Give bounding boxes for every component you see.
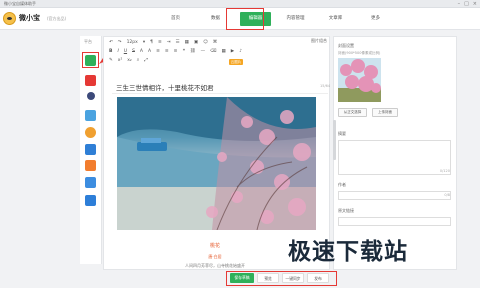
cloud-image-button[interactable]: 云图片 — [229, 59, 243, 65]
title-word-count: 15/64 — [320, 84, 331, 88]
toolbar-link[interactable]: 图片组合 — [311, 38, 327, 44]
cover-photo — [338, 58, 381, 102]
text-indent-icon[interactable]: ⇥ — [167, 40, 171, 45]
caption-author: 唐·白居 — [208, 254, 222, 259]
undo-icon[interactable]: ↶ — [109, 40, 113, 45]
author-count: 0/8 — [444, 193, 450, 197]
site-watermark: 极速下载站 — [288, 239, 408, 265]
settings-scrollbar[interactable] — [333, 120, 336, 160]
image-icon[interactable]: ▣ — [194, 40, 198, 45]
highlight-editor-tab — [226, 8, 264, 30]
search-icon[interactable]: ⌕ — [137, 57, 140, 63]
summary-label: 摘要 — [338, 131, 346, 136]
table-icon[interactable]: ▦ — [185, 40, 189, 45]
link-icon[interactable]: ⛓ — [190, 49, 196, 54]
qq-kandian-icon[interactable] — [85, 177, 96, 188]
format-brush-icon[interactable]: ✎ — [109, 58, 113, 63]
brand-subtitle: (官方出品) — [47, 16, 67, 21]
clear-format-icon[interactable]: ⌫ — [210, 49, 216, 54]
bg-color-icon[interactable]: A — [148, 49, 151, 54]
paragraph-icon[interactable]: ¶ — [150, 40, 153, 45]
platform-label: 平台 — [84, 39, 92, 44]
author-label: 作者 — [338, 182, 346, 187]
nav-home[interactable]: 首页 — [160, 8, 191, 30]
format-toolbar: ↶ ↷ 12px ▾ ¶ ≡ ⇥ ☰ ▦ ▣ ☺ ⌘ 图片组合 B I U S … — [109, 37, 329, 69]
weibo-icon[interactable] — [85, 127, 96, 138]
cover-title: 封面设置 — [338, 43, 354, 48]
peach-blossom-photo — [117, 97, 316, 230]
quote-icon[interactable]: ❝ — [182, 49, 184, 54]
maximize-icon[interactable]: □ — [464, 1, 469, 7]
select-from-body-button[interactable]: 从正文选择 — [338, 108, 367, 117]
caption-title: 桃花 — [209, 243, 220, 249]
close-icon[interactable]: × — [473, 1, 477, 7]
minimize-icon[interactable]: – — [458, 1, 461, 7]
align-right-icon[interactable]: ≡ — [174, 49, 178, 54]
superscript-icon[interactable]: x² — [118, 58, 122, 63]
summary-count: 0/120 — [439, 169, 450, 173]
caption-verse: 人间四月芳菲尽，山寺桃花始盛开 — [185, 263, 245, 268]
underline-icon[interactable]: U — [124, 49, 127, 54]
cover-thumbnail[interactable] — [338, 58, 381, 102]
emoji-icon[interactable]: ☺ — [203, 40, 208, 45]
app-window: 微小宝自媒体助手 – □ × 微小宝 (官方出品) 首页 数据 编辑器 内容管理… — [0, 0, 480, 288]
toutiao-icon[interactable] — [85, 75, 96, 86]
grid-icon[interactable]: ▦ — [221, 49, 225, 54]
highlight-footer-actions — [226, 271, 337, 286]
redo-icon[interactable]: ↷ — [118, 40, 122, 45]
main-nav: 首页 数据 编辑器 内容管理 文章库 更多 — [160, 8, 391, 30]
article-title[interactable]: 三生三世情相许，十里桃花不如君 — [116, 82, 214, 92]
baijia-icon[interactable] — [87, 92, 95, 100]
list-icon[interactable]: ☰ — [176, 40, 180, 45]
yidian-icon[interactable] — [85, 144, 96, 155]
music-icon[interactable]: ♪ — [239, 49, 242, 54]
italic-icon[interactable]: I — [117, 49, 118, 54]
font-color-icon[interactable]: A — [140, 49, 143, 54]
qq-icon[interactable] — [85, 110, 96, 121]
align-left-icon[interactable]: ≡ — [156, 49, 160, 54]
subscript-icon[interactable]: x₂ — [127, 58, 131, 63]
font-size-select[interactable]: 12px — [127, 40, 138, 45]
title-divider — [112, 93, 328, 94]
nav-library[interactable]: 文章库 — [320, 8, 351, 30]
line-height-icon[interactable]: ≡ — [158, 40, 162, 45]
author-field[interactable]: 0/8 — [338, 191, 451, 200]
fullscreen-icon[interactable]: ⤢ — [144, 57, 148, 63]
align-center-icon[interactable]: ≡ — [165, 49, 169, 54]
summary-field[interactable]: 0/120 — [338, 140, 451, 175]
source-link-label: 原文链接 — [338, 208, 354, 213]
window-title: 微小宝自媒体助手 — [4, 1, 36, 6]
chevron-down-icon[interactable]: ▾ — [143, 40, 145, 45]
source-link-field[interactable] — [338, 217, 451, 226]
nav-more[interactable]: 更多 — [360, 8, 391, 30]
video-icon[interactable]: ▶ — [231, 49, 234, 54]
title-bar: 微小宝自媒体助手 – □ × — [0, 0, 480, 8]
sohu-icon[interactable] — [85, 160, 96, 171]
nav-content[interactable]: 内容管理 — [280, 8, 311, 30]
article-image[interactable] — [117, 97, 316, 230]
cover-hint: 封面(900*500像素或比例) — [338, 51, 381, 55]
window-controls: – □ × — [458, 1, 477, 7]
zhihu-icon[interactable] — [85, 195, 96, 206]
app-logo — [3, 12, 16, 25]
bold-icon[interactable]: B — [109, 49, 112, 54]
divider-icon[interactable]: — — [201, 49, 206, 54]
code-icon[interactable]: ⌘ — [213, 40, 218, 45]
strike-icon[interactable]: S — [132, 49, 135, 54]
upload-cover-button[interactable]: 上传封面 — [372, 108, 398, 117]
brand-name: 微小宝 — [19, 14, 40, 22]
